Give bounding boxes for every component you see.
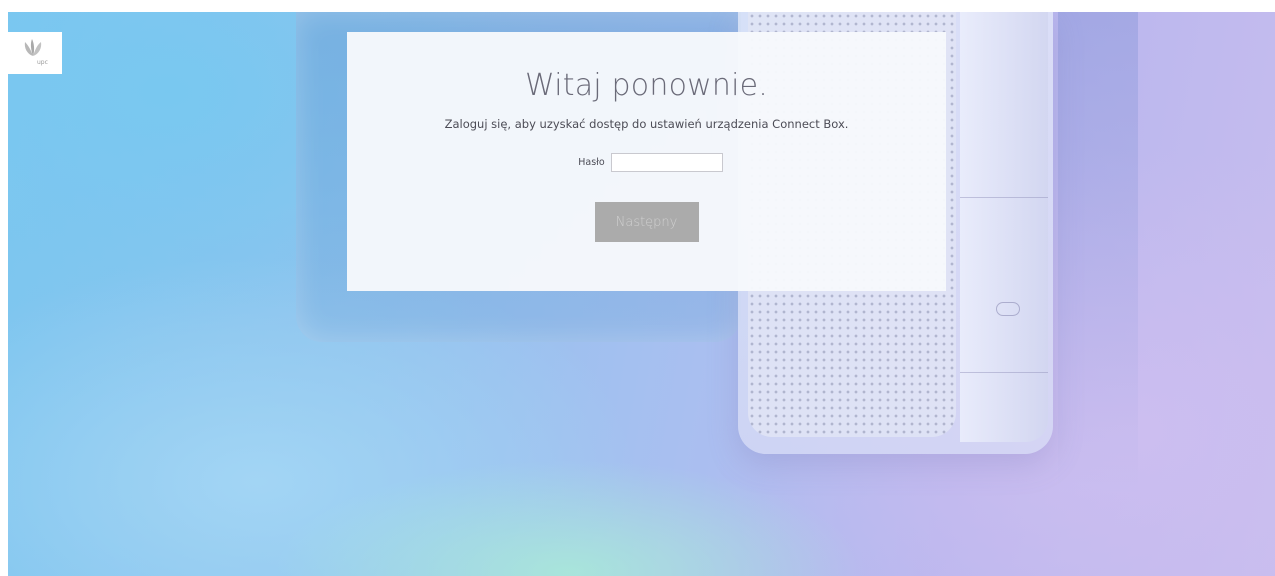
router-side-panel (960, 12, 1048, 442)
page-title: Witaj ponownie. (525, 68, 768, 103)
upc-logo-icon (24, 39, 42, 56)
upc-logo: upc (8, 32, 62, 74)
router-seam (960, 197, 1048, 198)
login-card: Witaj ponownie. Zaloguj się, aby uzyskać… (347, 32, 946, 291)
login-subtitle: Zaloguj się, aby uzyskać dostęp do ustaw… (444, 117, 849, 131)
logo-text: upc (37, 59, 48, 66)
next-button[interactable]: Następny (594, 202, 699, 242)
password-label: Hasło (578, 156, 605, 168)
background-viewport: upc Witaj ponownie. Zaloguj się, aby uzy… (8, 12, 1275, 576)
router-indicator (996, 302, 1020, 316)
password-input[interactable] (610, 152, 723, 172)
password-row: Hasło (347, 151, 946, 173)
router-seam (960, 372, 1048, 373)
background-panel (1058, 12, 1138, 492)
